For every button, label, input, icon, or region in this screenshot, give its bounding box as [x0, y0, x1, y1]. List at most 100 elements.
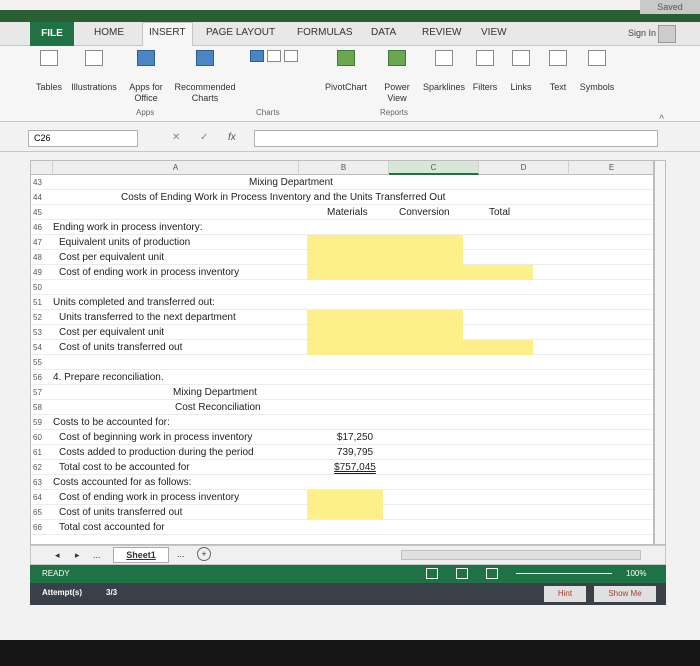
- tables-button[interactable]: Tables: [34, 50, 64, 93]
- apps-for-office-button[interactable]: Apps for Office: [124, 50, 168, 104]
- table-row: 60 Cost of beginning work in process inv…: [31, 430, 653, 445]
- table-row: 50: [31, 280, 653, 295]
- input-cell-units-b52[interactable]: [307, 310, 463, 325]
- horizontal-scrollbar[interactable]: [401, 550, 641, 560]
- header-total: Total: [489, 207, 511, 218]
- tab-file[interactable]: FILE: [30, 22, 74, 46]
- power-view-icon: [388, 50, 406, 66]
- table-row: 56 4. Prepare reconciliation.: [31, 370, 653, 385]
- tab-home[interactable]: HOME: [94, 27, 124, 38]
- header-conversion: Conversion: [399, 207, 450, 218]
- insert-ribbon: Tables Illustrations Apps for Office Rec…: [0, 46, 700, 125]
- illustrations-icon: [85, 50, 103, 66]
- avatar[interactable]: [658, 25, 676, 43]
- schedule-title: Costs of Ending Work in Process Inventor…: [121, 192, 446, 203]
- tab-view[interactable]: VIEW: [481, 27, 507, 38]
- page-break-view-icon[interactable]: [486, 568, 498, 579]
- attempt-bar: Attempt(s) 3/3 Hint Show Me: [30, 583, 666, 605]
- power-view-button[interactable]: Power View: [380, 50, 414, 104]
- select-all-corner[interactable]: [31, 161, 53, 175]
- sign-in-link[interactable]: Sign In: [628, 28, 656, 38]
- beginning-wip-cost[interactable]: $17,250: [327, 430, 383, 445]
- vertical-scrollbar[interactable]: [654, 160, 666, 545]
- filters-button[interactable]: Filters: [470, 50, 500, 93]
- column-header-e[interactable]: E: [569, 161, 653, 175]
- zoom-slider[interactable]: [516, 573, 612, 574]
- sparklines-button[interactable]: Sparklines: [418, 50, 470, 93]
- zoom-level[interactable]: 100%: [626, 569, 646, 578]
- tab-page-layout[interactable]: PAGE LAYOUT: [206, 27, 275, 38]
- fx-icon[interactable]: fx: [228, 132, 236, 143]
- formula-bar: C26 ✕ ✓ fx: [0, 122, 700, 152]
- table-row: 65 Cost of units transferred out: [31, 505, 653, 520]
- input-cell-cpeu-b48[interactable]: [307, 250, 463, 265]
- column-headers: A B C D E: [31, 161, 653, 175]
- table-row: 57 Mixing Department: [31, 385, 653, 400]
- tab-review[interactable]: REVIEW: [422, 27, 461, 38]
- table-row: 53 Cost per equivalent unit: [31, 325, 653, 340]
- cancel-icon[interactable]: ✕: [172, 132, 180, 143]
- show-me-button[interactable]: Show Me: [594, 586, 656, 602]
- pie-chart-icon: [283, 50, 298, 62]
- links-button[interactable]: Links: [506, 50, 536, 93]
- table-row: 54 Cost of units transferred out: [31, 340, 653, 355]
- excel-window: Saved FILE HOME INSERT PAGE LAYOUT FORMU…: [0, 0, 700, 640]
- add-sheet-icon[interactable]: +: [197, 547, 211, 561]
- recommended-charts-button[interactable]: Recommended Charts: [172, 50, 238, 104]
- bar-chart-icon: [196, 50, 214, 66]
- sparkline-icon: [435, 50, 453, 66]
- tab-data[interactable]: DATA: [371, 27, 396, 38]
- filter-icon: [476, 50, 494, 66]
- column-header-a[interactable]: A: [53, 161, 299, 175]
- illustrations-button[interactable]: Illustrations: [66, 50, 122, 93]
- costs-added[interactable]: 739,795: [327, 445, 383, 460]
- status-ready: READY: [42, 569, 70, 578]
- page-layout-view-icon[interactable]: [456, 568, 468, 579]
- attempt-count: 3/3: [106, 588, 118, 597]
- omega-icon: [588, 50, 606, 66]
- table-row: 47 Equivalent units of production: [31, 235, 653, 250]
- table-row: 55: [31, 355, 653, 370]
- prev-sheet-icon[interactable]: ◂: [55, 550, 60, 561]
- more-sheets-icon-2[interactable]: ...: [177, 549, 185, 559]
- column-header-b[interactable]: B: [299, 161, 389, 175]
- title-strip: [0, 10, 700, 22]
- tab-formulas[interactable]: FORMULAS: [297, 27, 353, 38]
- text-button[interactable]: Text: [544, 50, 572, 93]
- table-row: 52 Units transferred to the next departm…: [31, 310, 653, 325]
- input-cell-cpeu-b53[interactable]: [307, 325, 463, 340]
- table-row: 46 Ending work in process inventory:: [31, 220, 653, 235]
- sheet-tab[interactable]: Sheet1: [113, 547, 169, 563]
- table-row: 66 Total cost accounted for: [31, 520, 653, 535]
- more-sheets-icon[interactable]: ...: [93, 550, 101, 560]
- hint-button[interactable]: Hint: [544, 586, 586, 602]
- table-row: 48 Cost per equivalent unit: [31, 250, 653, 265]
- enter-icon[interactable]: ✓: [200, 132, 208, 143]
- status-bar: READY 100%: [30, 565, 666, 583]
- input-cell-cost-transferred-b54[interactable]: [307, 340, 533, 355]
- symbols-button[interactable]: Symbols: [576, 50, 618, 93]
- formula-input[interactable]: [254, 130, 658, 147]
- column-header-d[interactable]: D: [479, 161, 569, 175]
- chart-type-buttons[interactable]: [244, 50, 304, 64]
- name-box[interactable]: C26: [28, 130, 138, 147]
- normal-view-icon[interactable]: [426, 568, 438, 579]
- table-row: 63 Costs accounted for as follows:: [31, 475, 653, 490]
- total-cost[interactable]: $757,045: [327, 460, 383, 475]
- group-label-charts: Charts: [256, 108, 280, 117]
- table-row: 59 Costs to be accounted for:: [31, 415, 653, 430]
- column-header-c[interactable]: C: [389, 161, 479, 175]
- table-row: 44 Costs of Ending Work in Process Inven…: [31, 190, 653, 205]
- tab-insert[interactable]: INSERT: [142, 22, 193, 47]
- pivotchart-button[interactable]: PivotChart: [320, 50, 372, 93]
- sheet-tab-bar: ◂ ▸ ... Sheet1 ... +: [30, 545, 666, 565]
- next-sheet-icon[interactable]: ▸: [75, 550, 80, 561]
- input-cell-cost-ewip-b49[interactable]: [307, 265, 533, 280]
- link-icon: [512, 50, 530, 66]
- table-row: 64 Cost of ending work in process invent…: [31, 490, 653, 520]
- saved-indicator: Saved: [640, 0, 700, 14]
- worksheet-grid[interactable]: A B C D E 43 Mixing Department 44 Costs …: [30, 160, 654, 545]
- group-label-reports: Reports: [380, 108, 409, 117]
- column-chart-icon: [250, 50, 265, 62]
- input-cell-eu-b47[interactable]: [307, 235, 463, 250]
